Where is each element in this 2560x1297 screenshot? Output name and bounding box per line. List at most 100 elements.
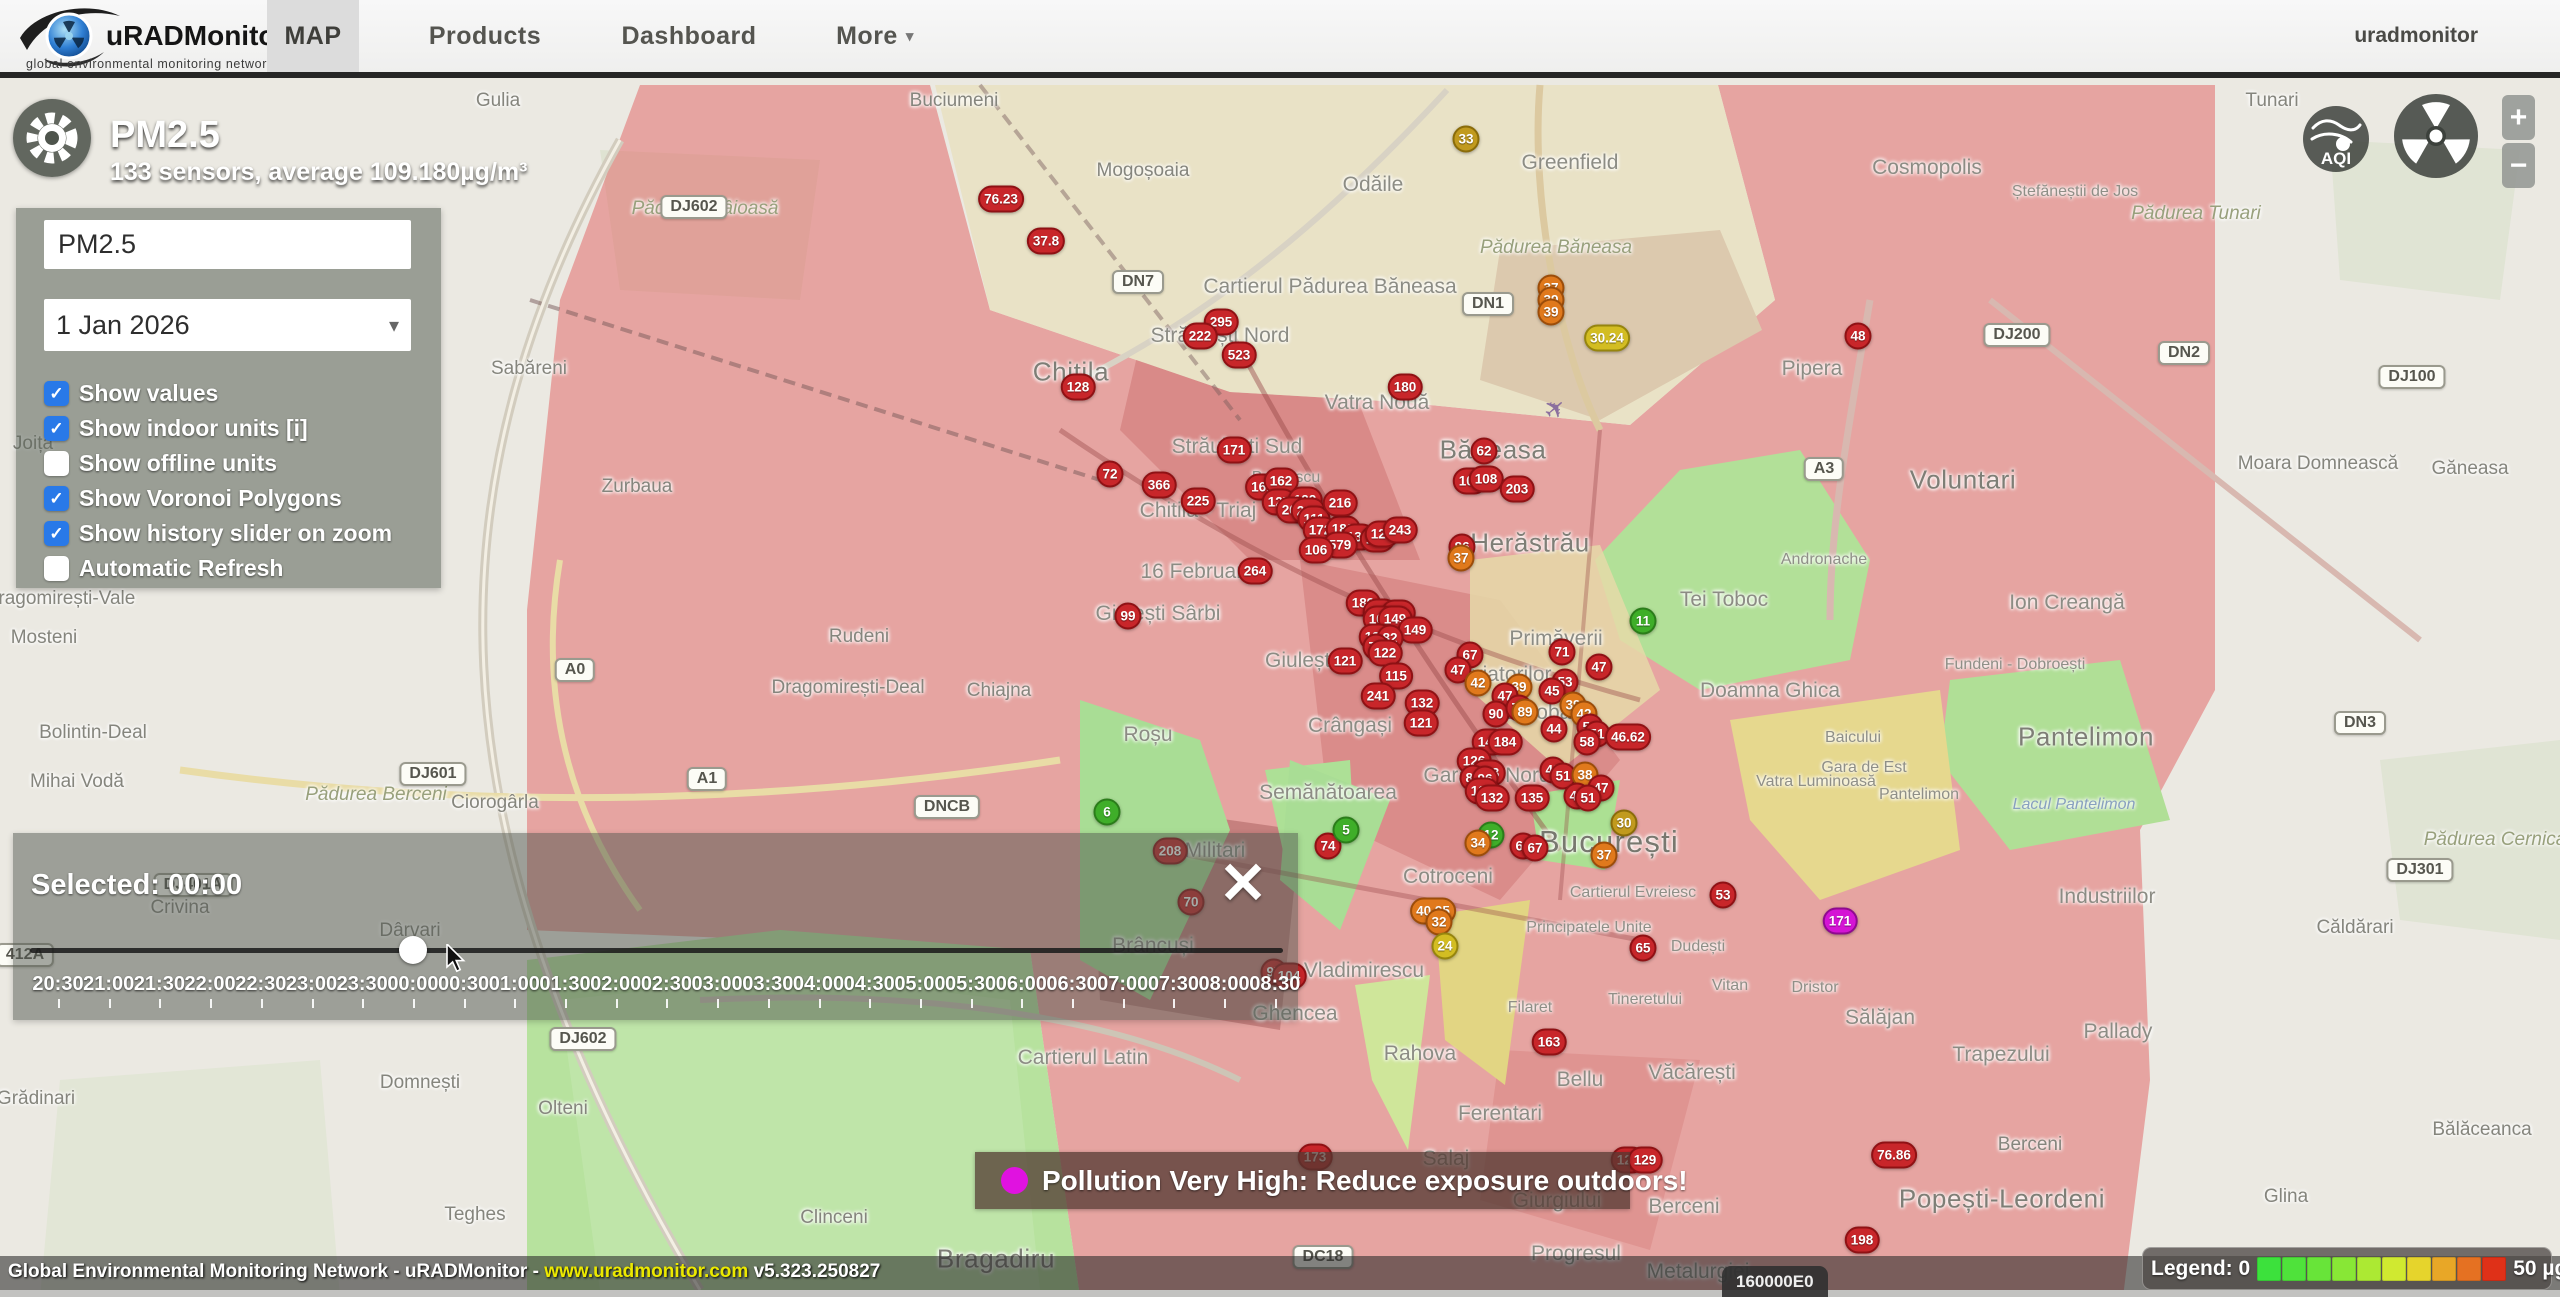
map-marker[interactable]: 34	[1464, 830, 1491, 857]
map-marker[interactable]: 128	[1061, 374, 1096, 401]
time-tick-label[interactable]: 23:30	[337, 973, 388, 996]
map-marker[interactable]: 198	[1845, 1227, 1880, 1254]
map-marker[interactable]: 523	[1222, 342, 1257, 369]
zoom-out-button[interactable]: −	[2502, 143, 2535, 188]
map-marker[interactable]: 241	[1361, 683, 1396, 710]
checkbox-checked[interactable]: ✓	[44, 486, 69, 511]
map-marker[interactable]: 243	[1383, 517, 1418, 544]
time-tick-label[interactable]: 01:00	[489, 973, 540, 996]
checkbox-unchecked[interactable]	[44, 556, 69, 581]
zoom-in-button[interactable]: +	[2502, 95, 2535, 140]
map-marker[interactable]: 30.24	[1584, 325, 1630, 352]
map-marker[interactable]: 46.62	[1605, 724, 1651, 751]
map-marker[interactable]: 89	[1511, 699, 1538, 726]
time-tick-label[interactable]: 06:00	[996, 973, 1047, 996]
map-marker[interactable]: 216	[1323, 490, 1358, 517]
time-tick-label[interactable]: 05:30	[945, 973, 996, 996]
nav-item-more[interactable]: More ▾	[820, 0, 930, 72]
close-button[interactable]: ✕	[1211, 851, 1275, 915]
checkbox-row-show-offline-units[interactable]: Show offline units	[44, 450, 277, 477]
map-marker[interactable]: 44	[1540, 716, 1567, 743]
mode-input[interactable]	[44, 220, 411, 269]
map-marker[interactable]: 71	[1548, 639, 1575, 666]
map-marker[interactable]: 24	[1431, 933, 1458, 960]
map-marker[interactable]: 203	[1500, 476, 1535, 503]
map-marker[interactable]: 42	[1464, 670, 1491, 697]
map-marker[interactable]: 37	[1447, 545, 1474, 572]
time-tick-label[interactable]: 02:30	[641, 973, 692, 996]
checkbox-row-show-history-slider-on-zoom[interactable]: ✓Show history slider on zoom	[44, 520, 392, 547]
checkbox-row-automatic-refresh[interactable]: Automatic Refresh	[44, 555, 283, 582]
map-marker[interactable]: 171	[1823, 908, 1858, 935]
time-tick-label[interactable]: 00:30	[438, 973, 489, 996]
checkbox-row-show-values[interactable]: ✓Show values	[44, 380, 218, 407]
map-marker[interactable]: 65	[1629, 935, 1656, 962]
map-marker[interactable]: 180	[1388, 374, 1423, 401]
map-marker[interactable]: 222	[1183, 323, 1218, 350]
time-tick-label[interactable]: 07:30	[1148, 973, 1199, 996]
time-tick-label[interactable]: 22:30	[235, 973, 286, 996]
map-marker[interactable]: 132	[1475, 785, 1510, 812]
map-marker[interactable]: 366	[1142, 472, 1177, 499]
map-marker[interactable]: 11	[1630, 608, 1657, 635]
time-slider-handle[interactable]	[399, 936, 427, 964]
map-marker[interactable]: 47	[1585, 654, 1612, 681]
checkbox-checked[interactable]: ✓	[44, 521, 69, 546]
map-marker[interactable]: 264	[1238, 558, 1273, 585]
footer-link[interactable]: www.uradmonitor.com	[544, 1261, 748, 1282]
map-marker[interactable]: 106	[1299, 537, 1334, 564]
time-tick-label[interactable]: 05:00	[894, 973, 945, 996]
nav-item-products[interactable]: Products	[420, 0, 550, 72]
map-marker[interactable]: 67	[1521, 835, 1548, 862]
radiation-toggle-button[interactable]	[2393, 93, 2479, 179]
map-marker[interactable]: 37	[1590, 842, 1617, 869]
map-marker[interactable]: 30	[1610, 810, 1637, 837]
map-marker[interactable]: 121	[1404, 710, 1439, 737]
map-marker[interactable]: 53	[1709, 882, 1736, 909]
map-marker[interactable]: 184	[1488, 729, 1523, 756]
time-tick-label[interactable]: 02:00	[590, 973, 641, 996]
checkbox-checked[interactable]: ✓	[44, 416, 69, 441]
checkbox-row-show-voronoi-polygons[interactable]: ✓Show Voronoi Polygons	[44, 485, 342, 512]
map-marker[interactable]: 48	[1844, 323, 1871, 350]
map-marker[interactable]: 76.86	[1871, 1142, 1917, 1169]
map-marker[interactable]: 121	[1328, 648, 1363, 675]
time-tick-label[interactable]: 21:00	[83, 973, 134, 996]
map-marker[interactable]: 5	[1333, 817, 1360, 844]
map-marker[interactable]: 171	[1217, 437, 1252, 464]
time-slider-track[interactable]	[30, 948, 1283, 953]
time-tick-label[interactable]: 20:30	[32, 973, 83, 996]
time-tick-label[interactable]: 03:30	[742, 973, 793, 996]
checkbox-checked[interactable]: ✓	[44, 381, 69, 406]
time-tick-label[interactable]: 04:00	[793, 973, 844, 996]
checkbox-row-show-indoor-units-i-[interactable]: ✓Show indoor units [i]	[44, 415, 308, 442]
time-tick-label[interactable]: 03:00	[692, 973, 743, 996]
time-tick-label[interactable]: 08:00	[1199, 973, 1250, 996]
time-tick-label[interactable]: 00:00	[387, 973, 438, 996]
map-marker[interactable]: 108	[1469, 466, 1504, 493]
map-marker[interactable]: 32	[1425, 909, 1452, 936]
map-marker[interactable]: 76.23	[978, 186, 1024, 213]
time-tick-label[interactable]: 04:30	[844, 973, 895, 996]
nav-item-map[interactable]: MAP	[267, 0, 359, 72]
time-tick-label[interactable]: 01:30	[539, 973, 590, 996]
time-tick-label[interactable]: 06:30	[1046, 973, 1097, 996]
time-tick-label[interactable]: 21:30	[134, 973, 185, 996]
map-marker[interactable]: 72	[1096, 461, 1123, 488]
time-tick-label[interactable]: 08:30	[1249, 973, 1300, 996]
time-tick-label[interactable]: 07:00	[1097, 973, 1148, 996]
map-marker[interactable]: 6	[1094, 799, 1121, 826]
map-marker[interactable]: 33	[1452, 126, 1479, 153]
settings-gear-button[interactable]	[13, 99, 91, 177]
time-tick-label[interactable]: 23:00	[286, 973, 337, 996]
map-marker[interactable]: 51	[1574, 785, 1601, 812]
map-marker[interactable]: 225	[1181, 488, 1216, 515]
nav-account-label[interactable]: uradmonitor	[2354, 0, 2478, 72]
map-marker[interactable]: 37.8	[1027, 228, 1065, 255]
nav-item-dashboard[interactable]: Dashboard	[624, 0, 754, 72]
map-marker[interactable]: 135	[1515, 785, 1550, 812]
date-select[interactable]: 1 Jan 2026 ▾	[44, 299, 411, 351]
map-marker[interactable]: 58	[1573, 729, 1600, 756]
checkbox-unchecked[interactable]	[44, 451, 69, 476]
time-tick-label[interactable]: 22:00	[185, 973, 236, 996]
